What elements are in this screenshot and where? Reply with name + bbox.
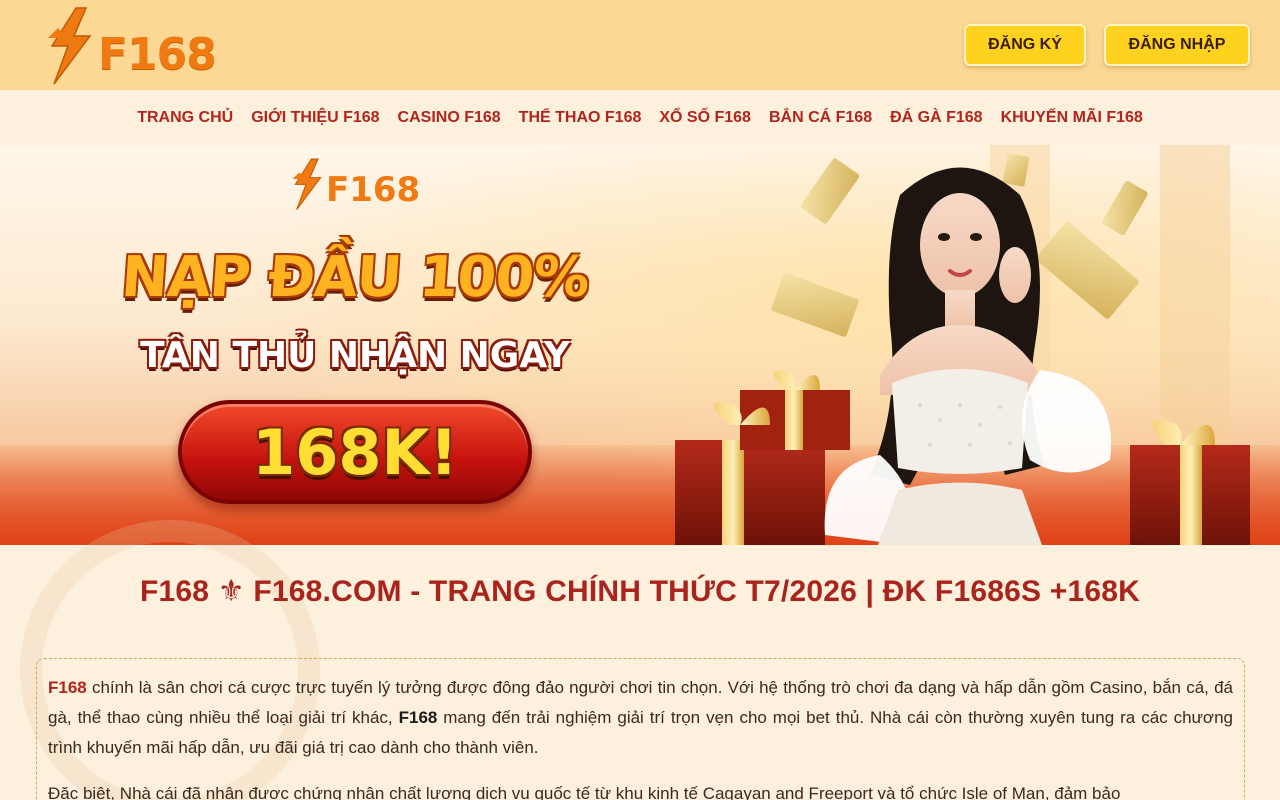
nav-item-fishing[interactable]: BẮN CÁ F168 bbox=[760, 109, 881, 127]
intro-paragraph-2: Đặc biệt, Nhà cái đã nhận được chứng nhậ… bbox=[48, 784, 1121, 800]
banner-headline: NẠP ĐẦU 100% bbox=[119, 245, 591, 310]
site-logo[interactable]: F168 bbox=[44, 6, 224, 88]
nav-item-sports[interactable]: THỂ THAO F168 bbox=[510, 109, 651, 127]
nav-item-promotions[interactable]: KHUYẾN MÃI F168 bbox=[992, 109, 1152, 127]
nav-item-about[interactable]: GIỚI THIỆU F168 bbox=[242, 109, 388, 127]
logo-text: F168 bbox=[98, 28, 217, 80]
brand-link-2[interactable]: F168 bbox=[399, 708, 438, 727]
register-button[interactable]: ĐĂNG KÝ bbox=[964, 24, 1086, 66]
brand-link[interactable]: F168 bbox=[48, 678, 87, 697]
intro-paragraph-1: F168 chính là sân chơi cá cược trực tuyế… bbox=[48, 673, 1233, 763]
main-nav: TRANG CHỦ GIỚI THIỆU F168 CASINO F168 TH… bbox=[0, 90, 1280, 145]
banner-amount-pill: 168K! bbox=[178, 400, 532, 504]
banner-amount: 168K! bbox=[252, 415, 458, 489]
site-header: F168 ĐĂNG KÝ ĐĂNG NHẬP bbox=[0, 0, 1280, 90]
nav-item-lottery[interactable]: XỔ SỐ F168 bbox=[650, 109, 760, 127]
nav-item-cockfight[interactable]: ĐÁ GÀ F168 bbox=[881, 109, 991, 127]
nav-item-casino[interactable]: CASINO F168 bbox=[389, 109, 510, 127]
banner-logo: F168 bbox=[290, 155, 420, 215]
nav-item-home[interactable]: TRANG CHỦ bbox=[128, 109, 242, 127]
login-button[interactable]: ĐĂNG NHẬP bbox=[1104, 24, 1250, 66]
banner-illustration bbox=[675, 145, 1250, 545]
lightning-bolt-icon bbox=[48, 7, 92, 85]
promo-banner[interactable]: F168 NẠP ĐẦU 100% TÂN THỦ NHẬN NGAY 168K… bbox=[0, 145, 1280, 545]
intro-box: F168 chính là sân chơi cá cược trực tuyế… bbox=[36, 658, 1245, 800]
page-title: F168 ⚜ F168.COM - TRANG CHÍNH THỨC T7/20… bbox=[140, 575, 1140, 608]
banner-subheadline: TÂN THỦ NHẬN NGAY bbox=[140, 335, 570, 376]
banner-logo-text: F168 bbox=[326, 170, 421, 210]
lightning-bolt-icon bbox=[292, 158, 322, 210]
